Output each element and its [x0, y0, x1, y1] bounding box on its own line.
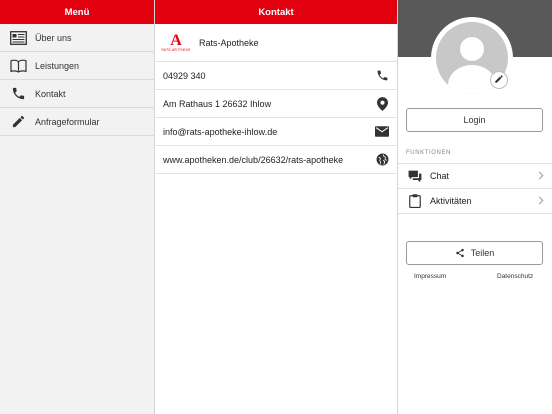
contact-panel: Kontakt A RATS-APOTHEKE Rats-Apotheke 04… [155, 0, 398, 414]
function-item-label: Aktivitäten [430, 196, 472, 206]
login-label: Login [463, 115, 486, 125]
chevron-right-icon [538, 196, 544, 207]
pencil-icon [494, 74, 504, 86]
contact-title: Kontakt [258, 6, 294, 18]
clipboard-icon [408, 194, 422, 208]
contact-address-row[interactable]: Am Rathaus 1 26632 Ihlow [155, 90, 397, 118]
newspaper-icon [10, 29, 27, 46]
share-label: Teilen [470, 248, 495, 258]
pharmacy-a-logo-icon: A [170, 31, 182, 49]
share-button[interactable]: Teilen [406, 241, 543, 265]
menu-title: Menü [64, 6, 90, 18]
functions-list: Chat Aktivitäten [398, 163, 552, 214]
pharmacy-logo: A RATS-APOTHEKE [161, 30, 191, 56]
chevron-right-icon [538, 171, 544, 182]
edit-avatar-button[interactable] [490, 71, 508, 89]
mail-icon [375, 125, 389, 139]
pharmacy-name: Rats-Apotheke [199, 37, 259, 48]
chat-icon [408, 169, 422, 183]
function-item-chat[interactable]: Chat [398, 164, 552, 189]
contact-website-row[interactable]: www.apotheken.de/club/26632/rats-apothek… [155, 146, 397, 174]
contact-phone-row[interactable]: 04929 340 [155, 62, 397, 90]
phone-icon [375, 69, 389, 83]
address: Am Rathaus 1 26632 Ihlow [163, 98, 272, 109]
website-url: www.apotheken.de/club/26632/rats-apothek… [163, 154, 344, 165]
phone-icon [10, 85, 27, 102]
menu-item-anfrageformular[interactable]: Anfrageformular [0, 108, 154, 136]
menu-item-label: Anfrageformular [35, 116, 100, 127]
globe-icon [375, 153, 389, 167]
menu-item-label: Über uns [35, 32, 72, 43]
menu-header: Menü [0, 0, 154, 24]
menu-item-leistungen[interactable]: Leistungen [0, 52, 154, 80]
email-address: info@rats-apotheke-ihlow.de [163, 126, 278, 137]
menu-item-kontakt[interactable]: Kontakt [0, 80, 154, 108]
imprint-link[interactable]: Impressum [414, 273, 446, 280]
profile-panel: Login FUNKTIONEN Chat Aktivitäten Teilen… [398, 0, 552, 414]
share-icon [455, 248, 465, 258]
contact-header: Kontakt [155, 0, 397, 24]
function-item-label: Chat [430, 171, 450, 181]
pharmacy-brand: A RATS-APOTHEKE Rats-Apotheke [155, 24, 397, 62]
login-button[interactable]: Login [406, 108, 543, 132]
side-menu: Menü Über uns Leistungen Kontakt Anfrage… [0, 0, 155, 414]
menu-item-ueber-uns[interactable]: Über uns [0, 24, 154, 52]
functions-section-label: FUNKTIONEN [406, 150, 451, 156]
contact-email-row[interactable]: info@rats-apotheke-ihlow.de [155, 118, 397, 146]
menu-item-label: Kontakt [35, 88, 66, 99]
map-pin-icon [375, 96, 389, 111]
logo-wordmark: RATS-APOTHEKE [161, 47, 191, 52]
privacy-link[interactable]: Datenschutz [497, 273, 533, 280]
menu-item-label: Leistungen [35, 60, 80, 71]
book-icon [10, 57, 27, 74]
function-item-aktivitaeten[interactable]: Aktivitäten [398, 189, 552, 214]
pencil-icon [10, 113, 27, 130]
phone-number: 04929 340 [163, 70, 206, 81]
